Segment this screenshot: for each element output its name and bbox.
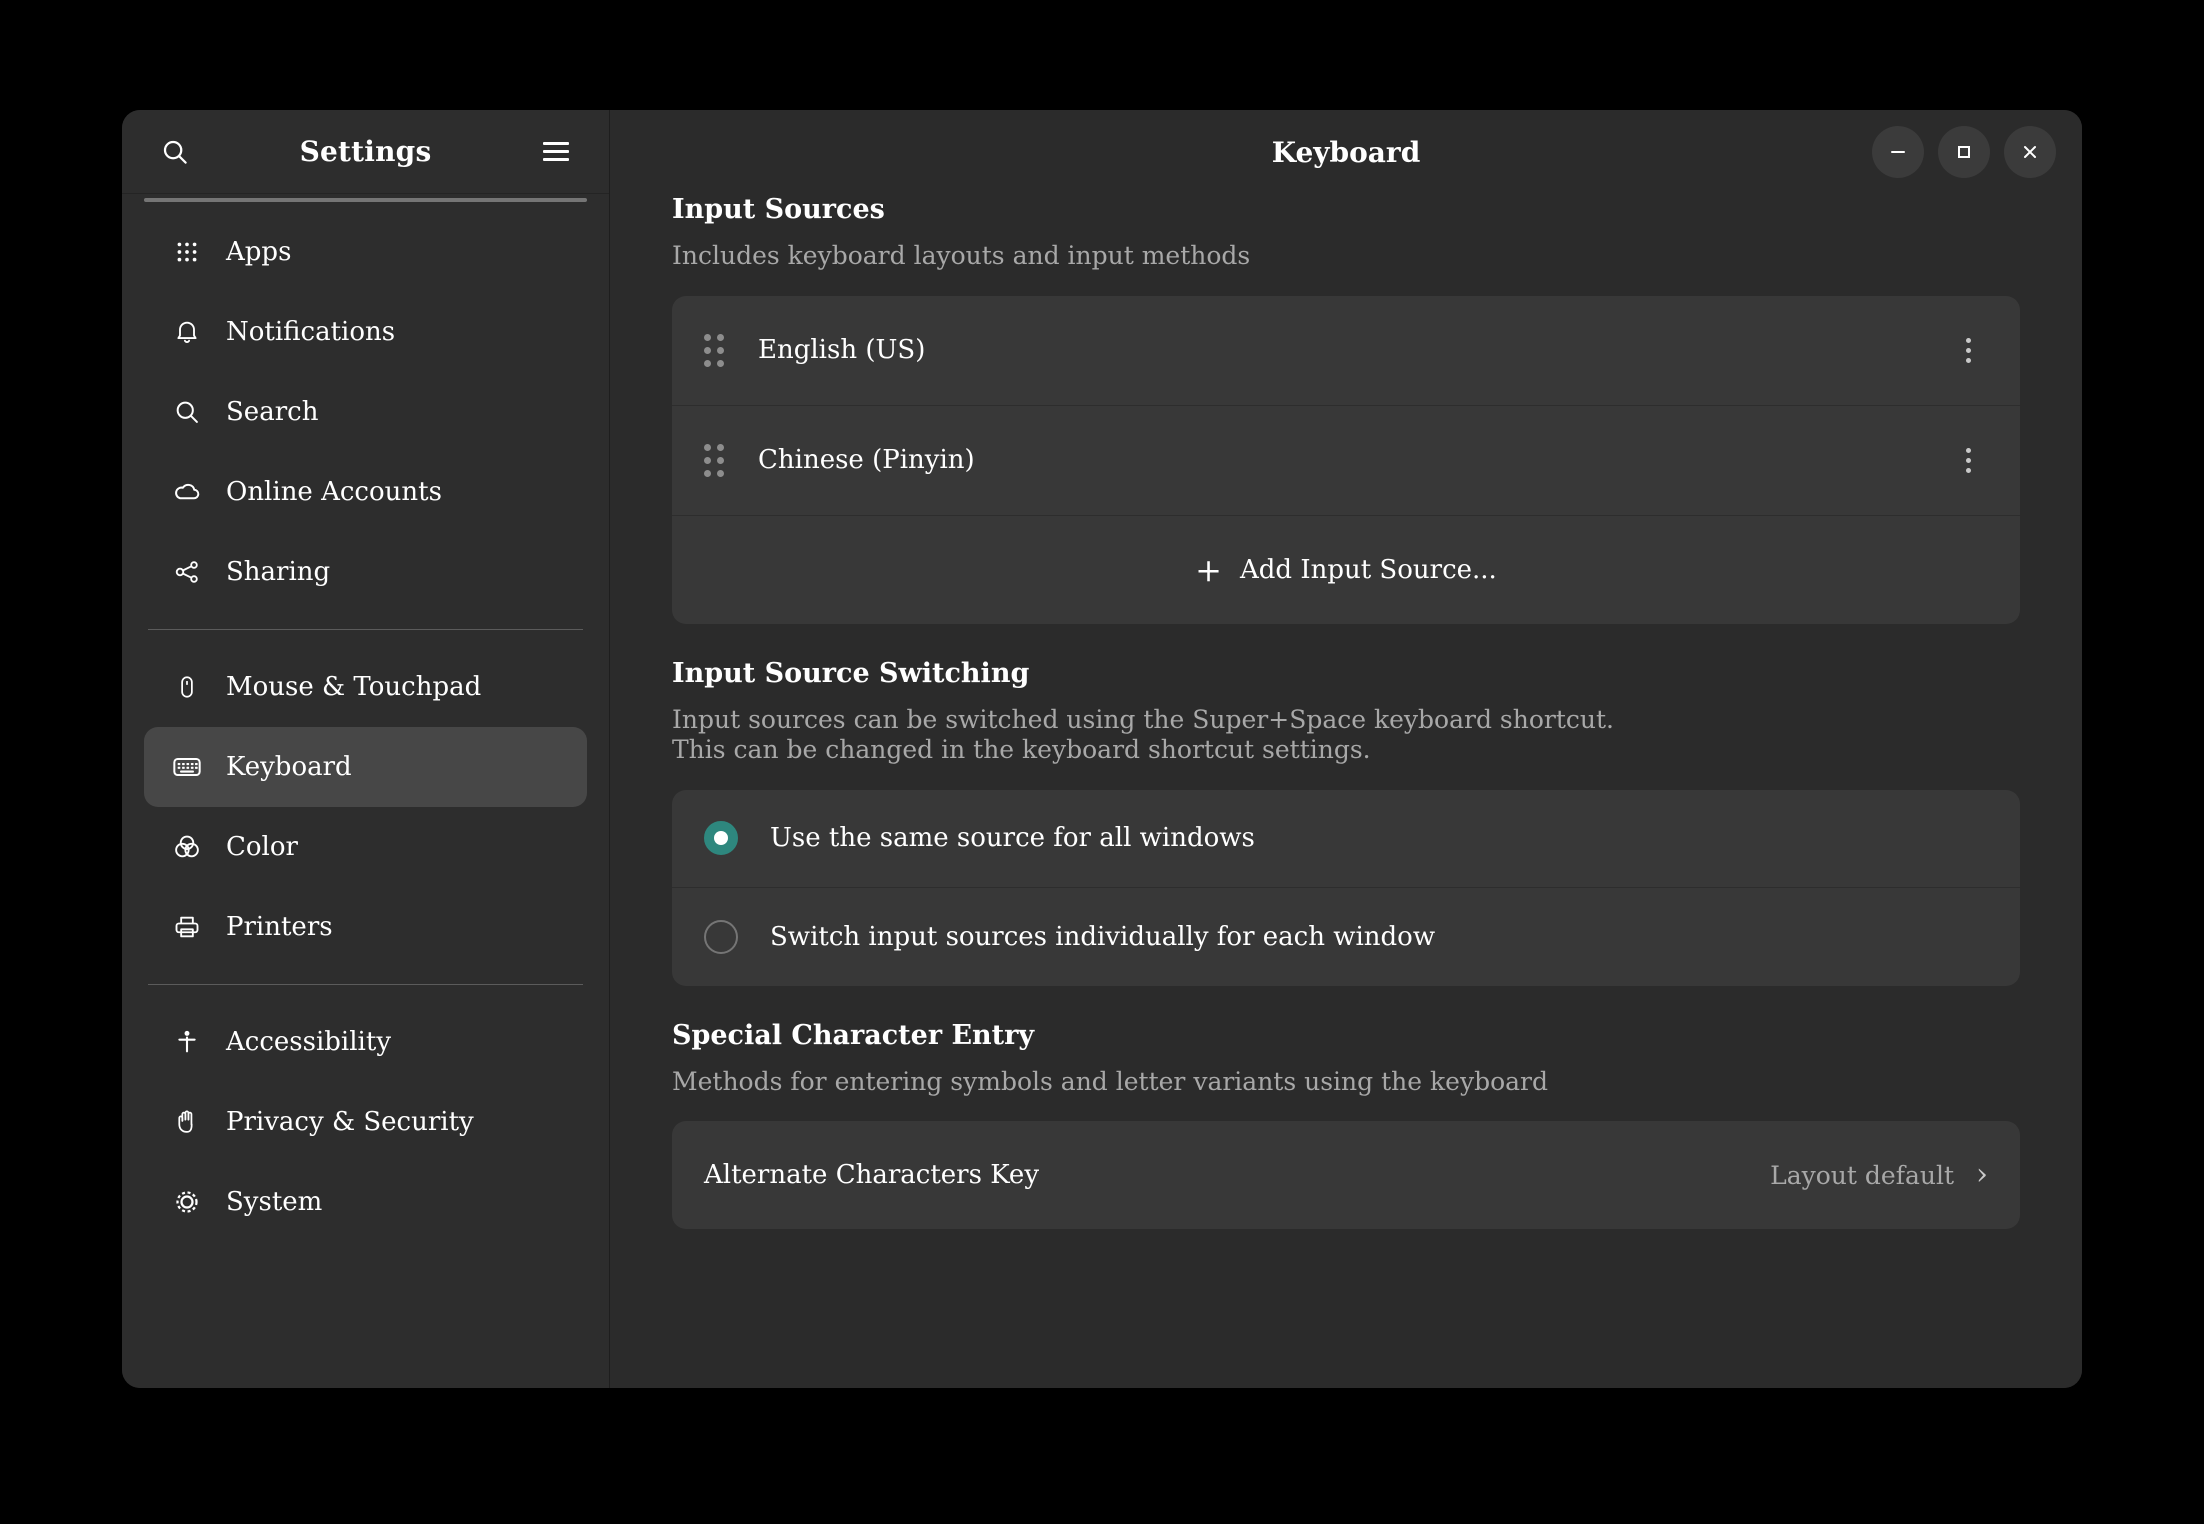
- sidebar-nav-list: Apps Notifications Search: [122, 194, 609, 1388]
- section-title: Input Source Switching: [672, 658, 2020, 689]
- input-source-row[interactable]: Chinese (Pinyin): [672, 406, 2020, 516]
- radio-option-label: Switch input sources individually for ea…: [770, 922, 1435, 952]
- chevron-right-icon: ›: [1976, 1160, 1988, 1190]
- input-source-row[interactable]: English (US): [672, 296, 2020, 406]
- plus-icon: +: [1195, 554, 1222, 586]
- sidebar-item-mouse-touchpad[interactable]: Mouse & Touchpad: [144, 647, 587, 727]
- close-icon: [2021, 143, 2039, 161]
- search-icon: [160, 137, 190, 167]
- add-input-source-button[interactable]: + Add Input Source...: [672, 516, 2020, 624]
- section-description-line2: This can be changed in the keyboard shor…: [672, 735, 2020, 766]
- apps-grid-icon: [164, 239, 210, 265]
- sidebar-item-label: Printers: [226, 912, 333, 942]
- sidebar-item-label: Search: [226, 397, 318, 427]
- sidebar-item-accessibility[interactable]: Accessibility: [144, 1002, 587, 1082]
- sidebar-item-label: Accessibility: [226, 1027, 391, 1057]
- sidebar-item-label: Mouse & Touchpad: [226, 672, 481, 702]
- cloud-icon: [164, 477, 210, 507]
- gear-icon: [164, 1187, 210, 1217]
- minimize-icon: [1889, 143, 1907, 161]
- switching-options-card: Use the same source for all windows Swit…: [672, 790, 2020, 986]
- special-character-entry-section: Special Character Entry Methods for ente…: [672, 1020, 2020, 1230]
- section-description: Input sources can be switched using the …: [672, 705, 2020, 766]
- window-controls: [1872, 126, 2056, 178]
- special-chars-card: Alternate Characters Key Layout default …: [672, 1121, 2020, 1229]
- radio-button[interactable]: [704, 920, 738, 954]
- hamburger-menu-icon: [543, 137, 569, 166]
- radio-button-selected[interactable]: [704, 821, 738, 855]
- input-source-name: Chinese (Pinyin): [758, 445, 975, 475]
- radio-option-per-window[interactable]: Switch input sources individually for ea…: [672, 888, 2020, 986]
- color-wheel-icon: [164, 832, 210, 862]
- accessibility-person-icon: [164, 1028, 210, 1056]
- mouse-icon: [164, 674, 210, 700]
- input-sources-card: English (US) Chinese (Pinyin) + Add Inpu…: [672, 296, 2020, 624]
- section-title: Special Character Entry: [672, 1020, 2020, 1051]
- sidebar-item-printers[interactable]: Printers: [144, 887, 587, 967]
- drag-handle-icon[interactable]: [704, 444, 724, 477]
- sidebar-item-label: Keyboard: [226, 752, 352, 782]
- row-label: Alternate Characters Key: [704, 1160, 1039, 1190]
- row-value: Layout default: [1770, 1161, 1954, 1190]
- sidebar-header: Settings: [122, 110, 609, 194]
- sidebar: Settings Apps: [122, 110, 610, 1388]
- maximize-icon: [1955, 143, 1973, 161]
- page-title: Keyboard: [610, 136, 2082, 169]
- sidebar-item-system[interactable]: System: [144, 1162, 587, 1242]
- radio-option-label: Use the same source for all windows: [770, 823, 1255, 853]
- section-description: Methods for entering symbols and letter …: [672, 1067, 2020, 1098]
- alternate-characters-key-row[interactable]: Alternate Characters Key Layout default …: [672, 1121, 2020, 1229]
- sidebar-separator: [148, 629, 583, 630]
- sidebar-item-label: Apps: [226, 237, 291, 267]
- main-panel: Keyboard: [610, 110, 2082, 1388]
- more-options-icon[interactable]: [1948, 330, 1988, 370]
- sidebar-item-privacy-security[interactable]: Privacy & Security: [144, 1082, 587, 1162]
- sidebar-item-label: Notifications: [226, 317, 395, 347]
- sidebar-item-notifications[interactable]: Notifications: [144, 292, 587, 372]
- close-button[interactable]: [2004, 126, 2056, 178]
- maximize-button[interactable]: [1938, 126, 1990, 178]
- settings-window: Settings Apps: [122, 110, 2082, 1388]
- share-nodes-icon: [164, 558, 210, 586]
- sidebar-item-apps[interactable]: Apps: [144, 212, 587, 292]
- sidebar-item-label: System: [226, 1187, 322, 1217]
- sidebar-search-button[interactable]: [152, 129, 198, 175]
- bell-icon: [164, 318, 210, 346]
- sidebar-item-label: Online Accounts: [226, 477, 442, 507]
- sidebar-item-label: Privacy & Security: [226, 1107, 474, 1137]
- drag-handle-icon[interactable]: [704, 334, 724, 367]
- sidebar-scroll-indicator[interactable]: [144, 198, 587, 202]
- section-description: Includes keyboard layouts and input meth…: [672, 241, 2020, 272]
- add-input-source-label: Add Input Source...: [1240, 555, 1497, 585]
- hand-shield-icon: [164, 1108, 210, 1136]
- settings-content: Input Sources Includes keyboard layouts …: [610, 194, 2082, 1388]
- search-icon: [164, 398, 210, 426]
- sidebar-item-sharing[interactable]: Sharing: [144, 532, 587, 612]
- radio-option-same-source[interactable]: Use the same source for all windows: [672, 790, 2020, 888]
- input-source-switching-section: Input Source Switching Input sources can…: [672, 658, 2020, 986]
- input-source-name: English (US): [758, 335, 925, 365]
- window-titlebar: Keyboard: [610, 110, 2082, 194]
- printer-icon: [164, 913, 210, 941]
- input-sources-section: Input Sources Includes keyboard layouts …: [672, 194, 2020, 624]
- more-options-icon[interactable]: [1948, 440, 1988, 480]
- sidebar-item-search[interactable]: Search: [144, 372, 587, 452]
- sidebar-item-keyboard[interactable]: Keyboard: [144, 727, 587, 807]
- sidebar-item-label: Sharing: [226, 557, 330, 587]
- section-description-line1: Input sources can be switched using the …: [672, 705, 2020, 736]
- sidebar-separator: [148, 984, 583, 985]
- minimize-button[interactable]: [1872, 126, 1924, 178]
- section-title: Input Sources: [672, 194, 2020, 225]
- keyboard-icon: [164, 751, 210, 783]
- sidebar-item-color[interactable]: Color: [144, 807, 587, 887]
- sidebar-item-online-accounts[interactable]: Online Accounts: [144, 452, 587, 532]
- sidebar-item-label: Color: [226, 832, 298, 862]
- sidebar-menu-button[interactable]: [533, 129, 579, 175]
